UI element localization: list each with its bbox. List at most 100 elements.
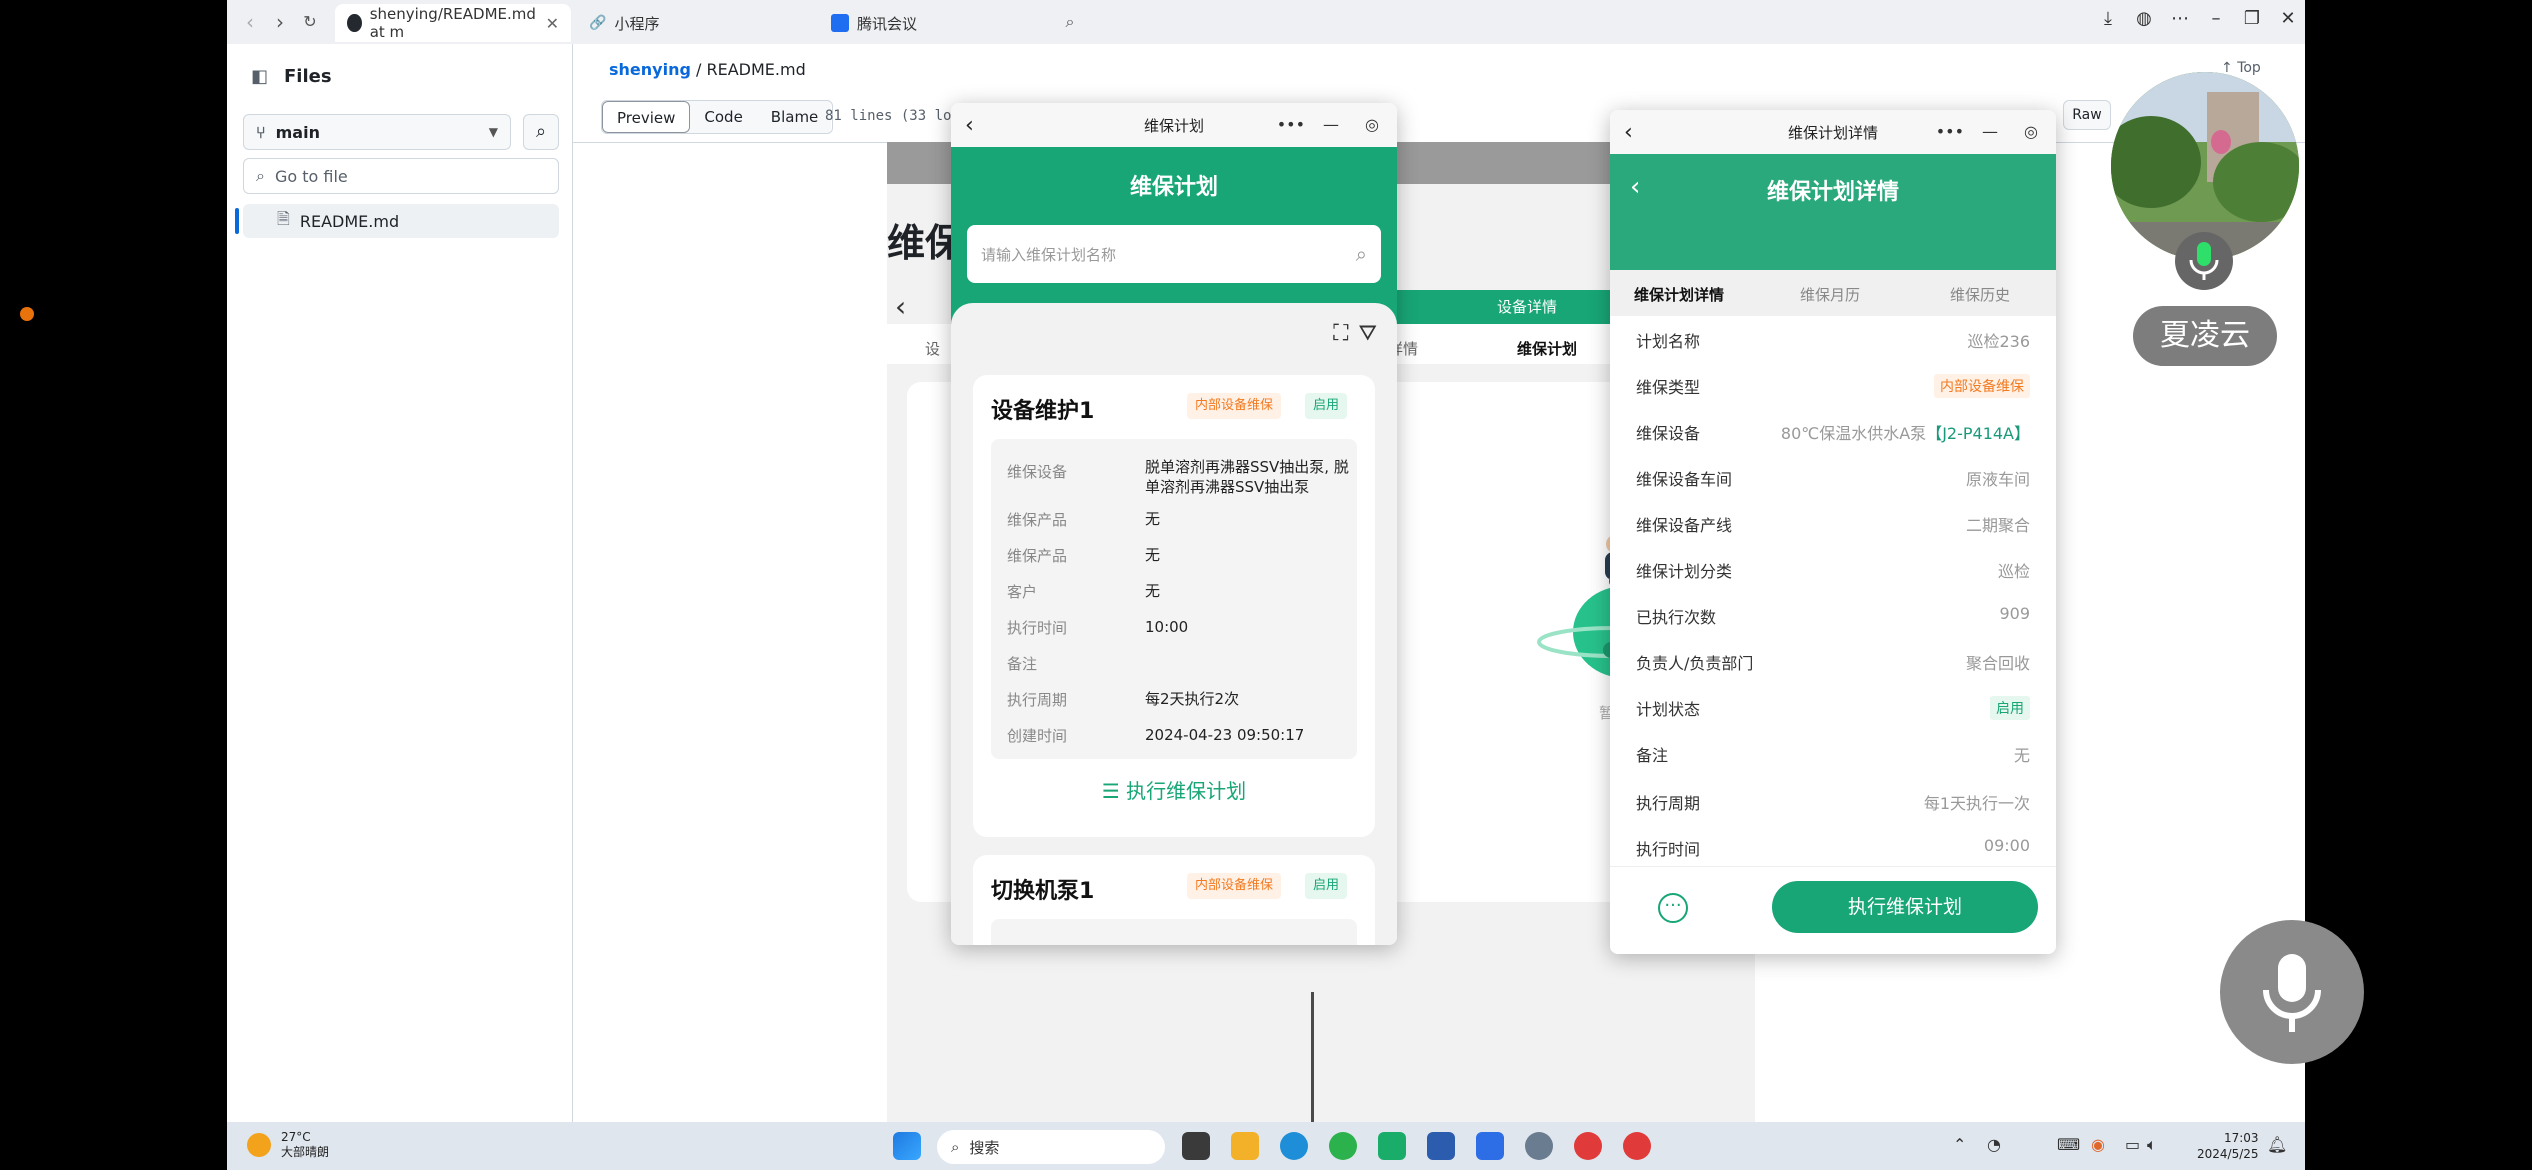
back-icon[interactable]: ‹	[237, 9, 263, 35]
edge-icon[interactable]	[1280, 1132, 1308, 1160]
go-to-file-input[interactable]: ⌕ Go to file	[243, 158, 559, 194]
detail-key: 执行周期	[1636, 794, 1701, 813]
tab-plan-detail[interactable]: 维保计划详情	[1634, 284, 1724, 305]
sidebar-toggle-icon[interactable]: ◧	[251, 66, 268, 87]
tab-code[interactable]: Code	[690, 101, 756, 133]
back-icon[interactable]: ‹	[1624, 120, 1633, 145]
volume-icon[interactable]: 🔈︎	[2147, 1135, 2157, 1155]
weather-widget[interactable]: 27°C 大部晴朗	[247, 1130, 329, 1160]
close-target-icon[interactable]: ◎	[2024, 122, 2038, 141]
tab-label: shenying/README.md at m	[369, 5, 536, 41]
more-icon[interactable]: ⋯	[2165, 8, 2195, 29]
tray-app-icon[interactable]: ◔	[1987, 1135, 2001, 1154]
breadcrumb-file: README.md	[706, 60, 806, 79]
minimize-icon[interactable]: –	[2201, 8, 2231, 29]
start-icon[interactable]	[893, 1132, 921, 1160]
detail-key: 备注	[1636, 746, 1669, 765]
plan-card[interactable]: 设备维护1 内部设备维保 启用 维保设备 脱单溶剂再沸器SSV抽出泵, 脱单溶剂…	[973, 375, 1375, 837]
scan-icon[interactable]: ⛶	[1333, 321, 1348, 346]
minimize-icon[interactable]: —	[1323, 115, 1339, 134]
plan-card[interactable]: 切换机泵1 内部设备维保 启用	[973, 855, 1375, 945]
clock[interactable]: 17:03 2024/5/25	[2197, 1130, 2259, 1162]
taskbar-search[interactable]: ⌕ 搜索	[937, 1130, 1165, 1164]
close-icon[interactable]: ✕	[546, 14, 559, 33]
file-item-readme[interactable]: 🗎 README.md	[235, 204, 559, 238]
settings-icon[interactable]	[1525, 1132, 1553, 1160]
image-divider	[1311, 992, 1314, 1122]
wechat-icon[interactable]	[1329, 1132, 1357, 1160]
back-icon[interactable]: ‹	[965, 113, 974, 138]
minimize-icon[interactable]: —	[1982, 122, 1998, 141]
tab-tencent-meeting[interactable]: 腾讯会议	[819, 4, 1055, 42]
detail-key: 维保设备产线	[1636, 516, 1733, 535]
link-icon: 🔗	[589, 15, 607, 31]
plan-search-input[interactable]: 请输入维保计划名称 ⌕	[967, 225, 1381, 283]
devtools-icon[interactable]	[1378, 1132, 1406, 1160]
top-button[interactable]: ↑ Top	[2221, 60, 2261, 76]
recorder-icon[interactable]	[1574, 1132, 1602, 1160]
caret-down-icon: ▼	[488, 125, 498, 139]
filter-icon[interactable]: ⛛	[1359, 321, 1377, 346]
image-tab: 设	[925, 340, 941, 358]
tab-history[interactable]: 维保历史	[1950, 284, 2010, 305]
task-view-icon[interactable]	[1182, 1132, 1210, 1160]
more-icon[interactable]: •••	[1936, 122, 1964, 141]
status-badge: 启用	[1305, 393, 1348, 419]
breadcrumb-repo[interactable]: shenying	[609, 60, 691, 79]
tab-blame[interactable]: Blame	[757, 101, 832, 133]
search-icon: ⌕	[1355, 242, 1367, 266]
top-label: Top	[2237, 60, 2261, 76]
close-target-icon[interactable]: ◎	[1365, 115, 1379, 134]
tab-miniprogram[interactable]: 🔗 小程序	[577, 4, 813, 42]
miniprogram-window-plan-detail: ‹ 维保计划详情 ••• — ◎ ‹ 维保计划详情 维保计划详情 维保月历 维保…	[1610, 110, 2056, 954]
detail-value: 80℃保温水供水A泵【J2-P414A】	[1781, 420, 2030, 444]
lines-info: 81 lines (33 loc)	[825, 108, 969, 124]
execute-plan-button[interactable]: 执行维保计划	[1772, 881, 2038, 933]
forward-icon[interactable]: ›	[267, 9, 293, 35]
file-explorer-icon[interactable]	[1231, 1132, 1259, 1160]
restore-icon[interactable]: ❐	[2237, 8, 2267, 29]
detail-value: 脱单溶剂再沸器SSV抽出泵, 脱单溶剂再沸器SSV抽出泵	[1145, 458, 1349, 496]
detail-value: 无	[1145, 546, 1161, 564]
page-title: 维保计划	[1129, 175, 1218, 200]
window-titlebar: ‹ 维保计划详情 ••• — ◎	[1610, 110, 2056, 154]
weather-desc: 大部晴朗	[281, 1145, 330, 1159]
globe-icon[interactable]: ◍	[2129, 8, 2159, 29]
weather-temp: 27°C	[281, 1130, 311, 1144]
more-options-icon[interactable]: ···	[1658, 893, 1688, 923]
branch-name: main	[275, 122, 320, 142]
detail-value: 2024-04-23 09:50:17	[1145, 726, 1305, 744]
execute-plan-link[interactable]: ☰ 执行维保计划	[973, 775, 1375, 804]
detail-value: 无	[2013, 746, 2030, 765]
raw-button[interactable]: Raw	[2063, 100, 2111, 130]
tab-preview[interactable]: Preview	[602, 101, 691, 133]
detail-value: 无	[1145, 582, 1161, 600]
tab-search-icon[interactable]: ⌕	[1057, 9, 1083, 35]
tab-monthly-calendar[interactable]: 维保月历	[1800, 284, 1860, 305]
status-badge: 启用	[1990, 696, 2030, 720]
notification-icon[interactable]: 🔔︎	[2267, 1135, 2287, 1154]
reload-icon[interactable]: ↻	[297, 9, 323, 35]
file-tree-sidebar: ◧ Files ⑂ main ▼ ⌕ ⌕ Go to file 🗎 README…	[227, 44, 573, 1122]
keyboard-icon[interactable]: ⌨	[2057, 1135, 2080, 1154]
detail-list: 计划名称 巡检236 维保类型 内部设备维保 维保设备 80℃保温水供水A泵【J…	[1620, 316, 2046, 860]
record-app-icon[interactable]	[1623, 1132, 1651, 1160]
more-icon[interactable]: •••	[1277, 115, 1305, 134]
list-icon: ☰	[1101, 779, 1120, 803]
tab-github[interactable]: shenying/README.md at m ✕	[335, 4, 571, 42]
word-icon[interactable]	[1427, 1132, 1455, 1160]
participant-name: 夏凌云	[2133, 306, 2277, 366]
branch-selector[interactable]: ⑂ main ▼	[243, 114, 511, 150]
plan-details	[991, 919, 1357, 945]
window-close-icon[interactable]: ✕	[2273, 8, 2303, 29]
search-button[interactable]: ⌕	[523, 114, 559, 150]
detail-value: 巡检	[1997, 562, 2030, 581]
tencent-meeting-icon[interactable]	[1476, 1132, 1504, 1160]
download-icon[interactable]: ⤓	[2093, 8, 2123, 29]
network-icon[interactable]: ▭	[2125, 1135, 2140, 1154]
chevron-up-icon[interactable]: ⌃	[1953, 1135, 1966, 1154]
microphone-button[interactable]	[2220, 920, 2364, 1064]
weather-icon	[247, 1133, 271, 1157]
tray-antivirus-icon[interactable]: ◉	[2091, 1135, 2105, 1154]
detail-value: 每1天执行一次	[1923, 794, 2030, 813]
